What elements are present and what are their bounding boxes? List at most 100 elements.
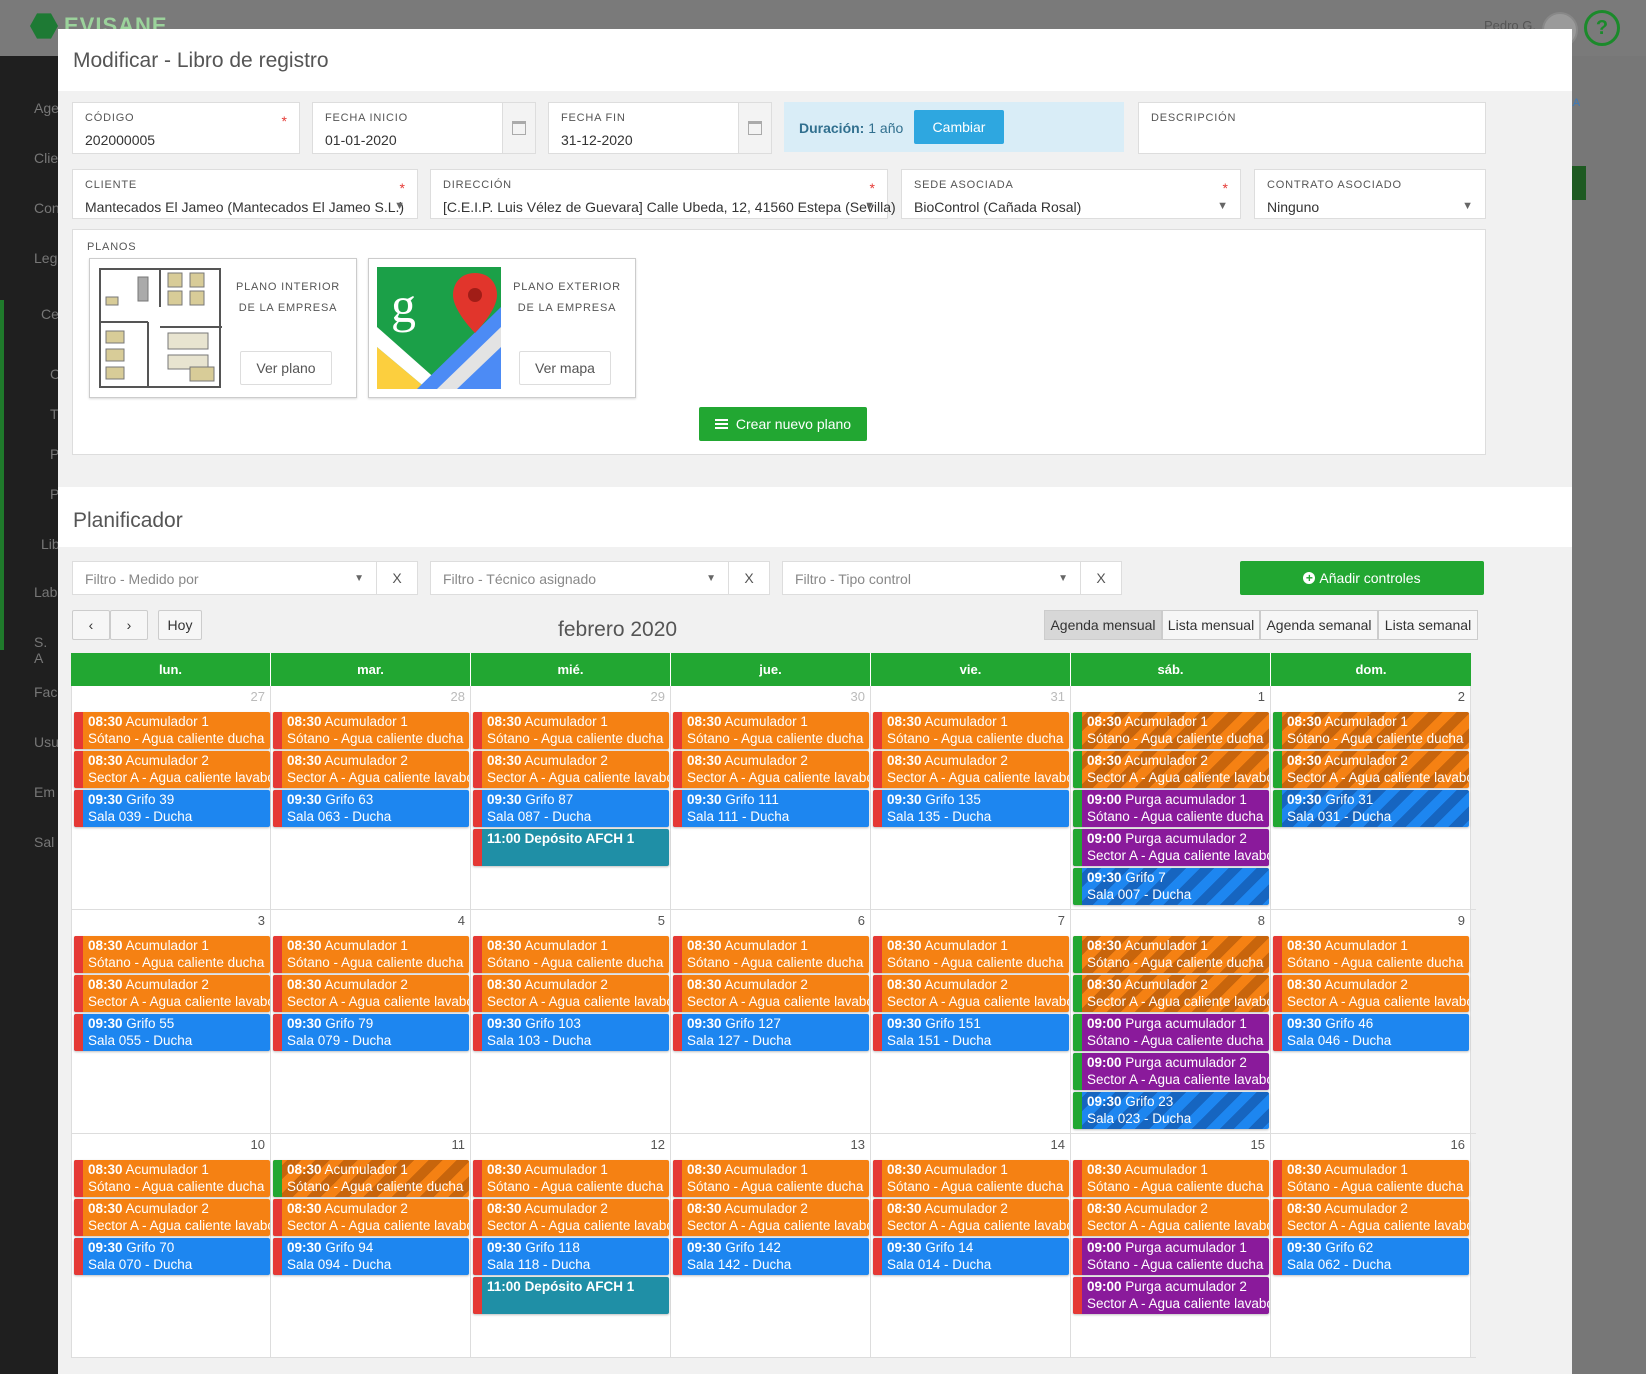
calendar-event[interactable]: 09:30 Grifo 142 Sala 142 - Ducha [673,1238,869,1275]
filtro-medido-por[interactable]: Filtro - Medido por ▼ [72,561,377,595]
contrato-select[interactable]: CONTRATO ASOCIADO Ninguno ▼ [1254,169,1486,219]
calendar-event[interactable]: 09:00 Purga acumulador 1 Sótano - Agua ca… [1073,1014,1269,1051]
sidebar-item[interactable]: Lab [34,584,57,600]
calendar-event[interactable]: 09:30 Grifo 63 Sala 063 - Ducha [273,790,469,827]
calendar-event[interactable]: 11:00 Depósito AFCH 1 [473,829,669,866]
clear-filter-button[interactable]: X [728,561,770,595]
calendar-event[interactable]: 09:30 Grifo 135 Sala 135 - Ducha [873,790,1069,827]
calendar-day[interactable]: 8 08:30 Acumulador 1 Sótano - Agua calient… [1071,910,1271,1133]
calendar-day[interactable]: 29 08:30 Acumulador 1 Sótano - Agua calien… [471,686,671,909]
sidebar-item[interactable]: Fac [34,684,57,700]
calendar-event[interactable]: 08:30 Acumulador 2 Sector A - Agua calien… [1073,751,1269,788]
cliente-select[interactable]: CLIENTE * Mantecados El Jameo (Mantecado… [72,169,418,219]
calendar-day[interactable]: 30 08:30 Acumulador 1 Sótano - Agua calien… [671,686,871,909]
anadir-controles-button[interactable]: + Añadir controles [1240,561,1484,595]
calendar-event[interactable]: 09:30 Grifo 103 Sala 103 - Ducha [473,1014,669,1051]
calendar-event[interactable]: 08:30 Acumulador 2 Sector A - Agua calien… [873,975,1069,1012]
calendar-event[interactable]: 08:30 Acumulador 1 Sótano - Agua caliente… [1073,712,1269,749]
direccion-select[interactable]: DIRECCIÓN * [C.E.I.P. Luis Vélez de Guev… [430,169,896,219]
cambiar-button[interactable]: Cambiar [914,110,1004,144]
crear-nuevo-plano-button[interactable]: Crear nuevo plano [699,407,867,441]
calendar-event[interactable]: 09:30 Grifo 55 Sala 055 - Ducha [74,1014,270,1051]
calendar-event[interactable]: 08:30 Acumulador 2 Sector A - Agua calien… [673,975,869,1012]
calendar-event[interactable]: 08:30 Acumulador 1 Sótano - Agua caliente… [1273,712,1469,749]
calendar-event[interactable]: 08:30 Acumulador 1 Sótano - Agua caliente… [273,1160,469,1197]
calendar-event[interactable]: 08:30 Acumulador 1 Sótano - Agua caliente… [473,712,669,749]
calendar-event[interactable]: 08:30 Acumulador 2 Sector A - Agua calien… [673,1199,869,1236]
calendar-event[interactable]: 09:30 Grifo 7 Sala 007 - Ducha [1073,868,1269,905]
codigo-field[interactable]: CÓDIGO * 202000005 [72,102,300,154]
ver-mapa-button[interactable]: Ver mapa [519,351,611,385]
calendar-event[interactable]: 09:30 Grifo 70 Sala 070 - Ducha [74,1238,270,1275]
ver-plano-button[interactable]: Ver plano [240,351,332,385]
view-agenda-semanal[interactable]: Agenda semanal [1260,610,1378,640]
calendar-event[interactable]: 09:00 Purga acumulador 1 Sótano - Agua ca… [1073,1238,1269,1275]
calendar-event[interactable]: 09:30 Grifo 14 Sala 014 - Ducha [873,1238,1069,1275]
calendar-event[interactable]: 09:30 Grifo 62 Sala 062 - Ducha [1273,1238,1469,1275]
filtro-tipo-control[interactable]: Filtro - Tipo control ▼ [782,561,1081,595]
calendar-icon[interactable] [738,103,771,153]
help-icon[interactable]: ? [1584,10,1620,46]
calendar-event[interactable]: 09:30 Grifo 127 Sala 127 - Ducha [673,1014,869,1051]
calendar-day[interactable]: 15 08:30 Acumulador 1 Sótano - Agua calien… [1071,1134,1271,1357]
calendar-event[interactable]: 08:30 Acumulador 1 Sótano - Agua caliente… [873,712,1069,749]
calendar-day[interactable]: 11 08:30 Acumulador 1 Sótano - Agua calien… [271,1134,471,1357]
calendar-event[interactable]: 08:30 Acumulador 2 Sector A - Agua calien… [1073,1199,1269,1236]
descripcion-field[interactable]: DESCRIPCIÓN [1138,102,1486,154]
calendar-day[interactable]: 6 08:30 Acumulador 1 Sótano - Agua calient… [671,910,871,1133]
calendar-day[interactable]: 7 08:30 Acumulador 1 Sótano - Agua calient… [871,910,1071,1133]
calendar-day[interactable]: 9 08:30 Acumulador 1 Sótano - Agua calient… [1271,910,1471,1133]
calendar-event[interactable]: 08:30 Acumulador 2 Sector A - Agua calien… [1073,975,1269,1012]
calendar-icon[interactable] [502,103,535,153]
calendar-event[interactable]: 08:30 Acumulador 1 Sótano - Agua caliente… [1073,936,1269,973]
calendar-event[interactable]: 08:30 Acumulador 2 Sector A - Agua calien… [873,751,1069,788]
calendar-day[interactable]: 16 08:30 Acumulador 1 Sótano - Agua calien… [1271,1134,1471,1357]
today-button[interactable]: Hoy [158,610,202,640]
calendar-day[interactable]: 10 08:30 Acumulador 1 Sótano - Agua calien… [71,1134,271,1357]
calendar-event[interactable]: 08:30 Acumulador 2 Sector A - Agua calien… [1273,975,1469,1012]
calendar-event[interactable]: 08:30 Acumulador 2 Sector A - Agua calien… [473,751,669,788]
calendar-event[interactable]: 08:30 Acumulador 1 Sótano - Agua caliente… [673,936,869,973]
calendar-event[interactable]: 08:30 Acumulador 1 Sótano - Agua caliente… [673,712,869,749]
calendar-event[interactable]: 08:30 Acumulador 1 Sótano - Agua caliente… [673,1160,869,1197]
fecha-inicio-field[interactable]: FECHA INICIO 01-01-2020 [312,102,536,154]
calendar-event[interactable]: 09:30 Grifo 31 Sala 031 - Ducha [1273,790,1469,827]
calendar-event[interactable]: 09:00 Purga acumulador 1 Sótano - Agua ca… [1073,790,1269,827]
calendar-event[interactable]: 09:00 Purga acumulador 2 Sector A - Agua … [1073,1053,1269,1090]
sidebar-item[interactable]: Em [34,784,55,800]
calendar-day[interactable]: 31 08:30 Acumulador 1 Sótano - Agua calien… [871,686,1071,909]
calendar-event[interactable]: 09:30 Grifo 79 Sala 079 - Ducha [273,1014,469,1051]
calendar-day[interactable]: 12 08:30 Acumulador 1 Sótano - Agua calien… [471,1134,671,1357]
calendar-event[interactable]: 08:30 Acumulador 1 Sótano - Agua caliente… [473,1160,669,1197]
calendar-event[interactable]: 08:30 Acumulador 1 Sótano - Agua caliente… [1273,1160,1469,1197]
calendar-event[interactable]: 09:00 Purga acumulador 2 Sector A - Agua … [1073,829,1269,866]
sidebar-item[interactable]: Usu [34,734,59,750]
calendar-event[interactable]: 08:30 Acumulador 2 Sector A - Agua calien… [273,1199,469,1236]
right-green-button[interactable] [1572,166,1586,200]
calendar-day[interactable]: 3 08:30 Acumulador 1 Sótano - Agua calient… [71,910,271,1133]
sede-select[interactable]: SEDE ASOCIADA * BioControl (Cañada Rosal… [901,169,1241,219]
calendar-day[interactable]: 2 08:30 Acumulador 1 Sótano - Agua calient… [1271,686,1471,909]
sidebar-item[interactable]: Clie [34,150,58,166]
calendar-day[interactable]: 28 08:30 Acumulador 1 Sótano - Agua calien… [271,686,471,909]
next-month-button[interactable]: › [110,610,148,640]
calendar-event[interactable]: 08:30 Acumulador 2 Sector A - Agua calien… [273,751,469,788]
view-lista-mensual[interactable]: Lista mensual [1162,610,1260,640]
calendar-event[interactable]: 08:30 Acumulador 1 Sótano - Agua caliente… [1073,1160,1269,1197]
prev-month-button[interactable]: ‹ [72,610,110,640]
sidebar-item[interactable]: S. A [34,634,58,666]
calendar-event[interactable]: 08:30 Acumulador 2 Sector A - Agua calien… [473,1199,669,1236]
calendar-event[interactable]: 08:30 Acumulador 1 Sótano - Agua caliente… [273,712,469,749]
calendar-event[interactable]: 09:30 Grifo 111 Sala 111 - Ducha [673,790,869,827]
sidebar-item[interactable]: Sal [34,834,54,850]
view-lista-semanal[interactable]: Lista semanal [1378,610,1478,640]
calendar-event[interactable]: 09:30 Grifo 118 Sala 118 - Ducha [473,1238,669,1275]
calendar-day[interactable]: 4 08:30 Acumulador 1 Sótano - Agua calient… [271,910,471,1133]
calendar-event[interactable]: 08:30 Acumulador 1 Sótano - Agua caliente… [74,1160,270,1197]
filtro-tecnico-asignado[interactable]: Filtro - Técnico asignado ▼ [430,561,729,595]
calendar-event[interactable]: 08:30 Acumulador 2 Sector A - Agua calien… [873,1199,1069,1236]
sidebar-item[interactable]: Lib [41,536,60,552]
calendar-event[interactable]: 08:30 Acumulador 1 Sótano - Agua caliente… [1273,936,1469,973]
calendar-event[interactable]: 08:30 Acumulador 2 Sector A - Agua calien… [1273,751,1469,788]
calendar-event[interactable]: 08:30 Acumulador 2 Sector A - Agua calien… [273,975,469,1012]
